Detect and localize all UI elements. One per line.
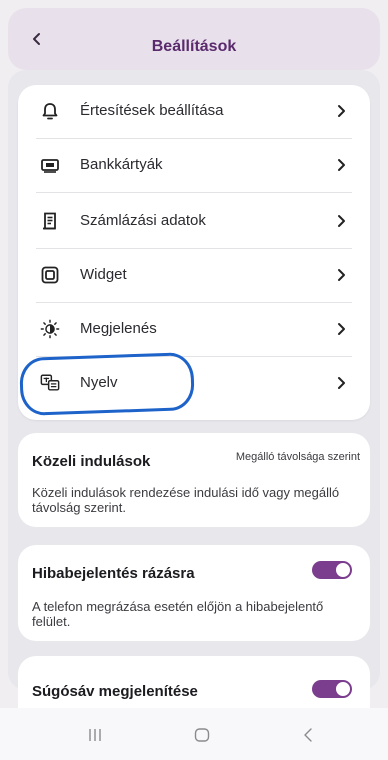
page-title: Beállítások xyxy=(151,38,237,55)
menu-item-bank-cards[interactable]: Bankkártyák xyxy=(18,139,370,191)
card-title: Súgósáv megjelenítése xyxy=(32,683,198,700)
chevron-right-icon xyxy=(338,105,345,117)
menu-item-label: Számlázási adatok xyxy=(80,212,206,229)
menu-item-label: Értesítések beállítása xyxy=(80,102,224,119)
translate-icon xyxy=(40,373,60,393)
shake-report-card: Hibabejelentés rázásra A telefon megrázá… xyxy=(18,545,370,641)
nearby-departures-card[interactable]: Közeli indulások Megálló távolsága szeri… xyxy=(18,433,370,527)
divider xyxy=(36,192,352,193)
recents-icon[interactable] xyxy=(88,728,102,742)
sort-value[interactable]: Megálló távolsága szerint xyxy=(236,451,360,463)
home-icon[interactable] xyxy=(194,728,210,742)
settings-menu: Értesítések beállítása Bankkártyák Száml… xyxy=(18,85,370,420)
menu-item-label: Nyelv xyxy=(80,374,118,391)
card-title: Hibabejelentés rázásra xyxy=(32,565,195,582)
invoice-icon xyxy=(40,211,60,231)
menu-item-billing[interactable]: Számlázási adatok xyxy=(18,195,370,247)
chevron-right-icon xyxy=(338,269,345,281)
credit-card-icon xyxy=(40,155,60,175)
menu-item-widget[interactable]: Widget xyxy=(18,249,370,301)
card-description: A telefon megrázása esetén előjön a hiba… xyxy=(32,599,324,629)
menu-item-notifications[interactable]: Értesítések beállítása xyxy=(18,85,370,137)
card-title: Közeli indulások xyxy=(32,453,151,470)
chevron-right-icon xyxy=(338,323,345,335)
menu-item-language[interactable]: Nyelv xyxy=(18,357,370,409)
shake-report-toggle[interactable] xyxy=(312,561,352,579)
menu-item-label: Bankkártyák xyxy=(80,156,163,173)
back-icon[interactable] xyxy=(302,728,314,742)
toggle-knob xyxy=(335,681,351,697)
brightness-icon xyxy=(40,319,60,339)
chevron-right-icon xyxy=(338,159,345,171)
card-description: Közeli indulások rendezése indulási idő … xyxy=(32,485,340,515)
menu-item-label: Megjelenés xyxy=(80,320,157,337)
menu-item-appearance[interactable]: Megjelenés xyxy=(18,303,370,355)
system-nav-bar xyxy=(0,708,388,760)
chevron-right-icon xyxy=(338,215,345,227)
chevron-right-icon xyxy=(338,377,345,389)
help-bar-card: Súgósáv megjelenítése xyxy=(18,656,370,708)
widget-icon xyxy=(40,265,60,285)
bell-icon xyxy=(40,101,60,121)
help-bar-toggle[interactable] xyxy=(312,680,352,698)
toggle-knob xyxy=(335,562,351,578)
top-app-bar: Beállítások xyxy=(8,8,380,70)
menu-item-label: Widget xyxy=(80,266,127,283)
